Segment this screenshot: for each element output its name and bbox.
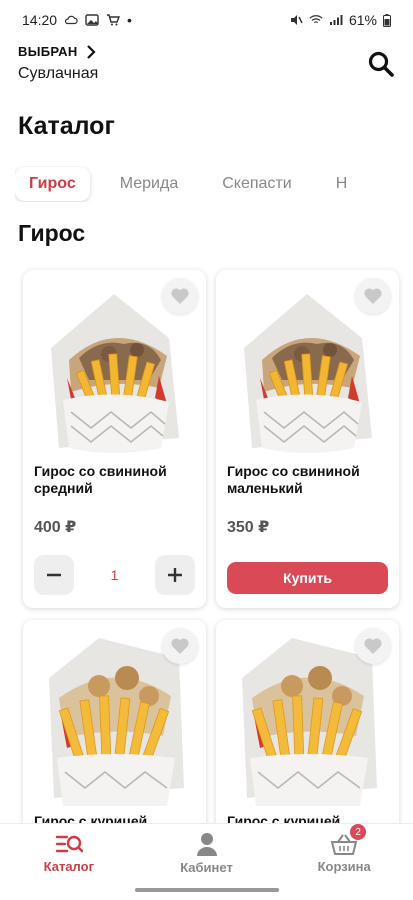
store-selector[interactable]: ВЫБРАН Сувлачная bbox=[18, 44, 98, 83]
favorite-button[interactable] bbox=[355, 278, 391, 314]
status-dot: • bbox=[127, 12, 132, 28]
search-icon bbox=[368, 51, 394, 77]
buy-button[interactable]: Купить bbox=[227, 562, 388, 594]
favorite-button[interactable] bbox=[355, 628, 391, 664]
product-title: Гирос со свининой маленький bbox=[227, 463, 360, 496]
search-button[interactable] bbox=[367, 50, 395, 78]
signal-icon bbox=[329, 15, 343, 25]
section-title: Гирос bbox=[18, 220, 86, 246]
product-price: 350 ₽ bbox=[227, 519, 270, 536]
battery-icon bbox=[383, 13, 391, 27]
nav-item-cabinet[interactable]: Кабинет bbox=[138, 824, 276, 883]
heart-icon bbox=[364, 288, 382, 304]
store-name: Сувлачная bbox=[18, 65, 99, 82]
chevron-right-icon bbox=[86, 44, 96, 59]
product-image bbox=[39, 638, 189, 808]
minus-icon bbox=[47, 573, 61, 577]
product-card[interactable]: Гирос со свининой маленький 350 ₽ Купить bbox=[216, 270, 399, 608]
favorite-button[interactable] bbox=[162, 628, 198, 664]
nav-label: Кабинет bbox=[180, 860, 233, 875]
wifi-icon bbox=[309, 15, 323, 24]
cloud-icon bbox=[64, 15, 78, 25]
product-grid: Гирос со свининой средний 400 ₽ 1 Гирос … bbox=[23, 270, 399, 880]
user-icon bbox=[196, 833, 217, 856]
page-title: Каталог bbox=[18, 112, 115, 140]
nav-label: Каталог bbox=[43, 859, 95, 874]
bottom-nav: Каталог Кабинет 2 Корзина bbox=[0, 823, 413, 883]
product-image bbox=[232, 288, 382, 458]
heart-icon bbox=[171, 288, 189, 304]
battery-percent: 61% bbox=[348, 12, 377, 28]
status-time: 14:20 bbox=[22, 12, 58, 28]
product-title: Гирос со свининой средний bbox=[34, 463, 167, 496]
tab-giros[interactable]: Гирос bbox=[15, 167, 90, 201]
plus-icon bbox=[167, 568, 182, 582]
decrease-button[interactable] bbox=[34, 555, 74, 595]
tab-skepasti[interactable]: Скепасти bbox=[208, 167, 305, 201]
store-selected-label: ВЫБРАН bbox=[18, 44, 78, 59]
quantity-stepper: 1 bbox=[34, 555, 195, 595]
tab-merida[interactable]: Мерида bbox=[106, 167, 192, 201]
product-price: 400 ₽ bbox=[34, 519, 77, 536]
quantity-value: 1 bbox=[110, 567, 119, 583]
product-image bbox=[39, 288, 189, 458]
cart-badge: 2 bbox=[350, 824, 367, 840]
cart-notify-icon bbox=[107, 14, 121, 26]
tab-next-partial[interactable]: Н bbox=[322, 167, 362, 201]
gesture-handle[interactable] bbox=[135, 888, 279, 892]
nav-label: Корзина bbox=[317, 859, 371, 874]
gallery-icon bbox=[85, 14, 99, 26]
heart-icon bbox=[171, 638, 189, 654]
product-card[interactable]: Гирос со свининой средний 400 ₽ 1 bbox=[23, 270, 206, 608]
catalog-search-icon bbox=[55, 835, 83, 853]
favorite-button[interactable] bbox=[162, 278, 198, 314]
product-image bbox=[232, 638, 382, 808]
category-tabs: Гирос Мерида Скепасти Н bbox=[15, 166, 413, 202]
nav-item-cart[interactable]: 2 Корзина bbox=[275, 824, 413, 883]
status-bar: 14:20 • 61% bbox=[0, 0, 413, 40]
mute-icon bbox=[290, 15, 303, 25]
nav-item-catalog[interactable]: Каталог bbox=[0, 824, 138, 883]
heart-icon bbox=[364, 638, 382, 654]
increase-button[interactable] bbox=[154, 555, 195, 595]
